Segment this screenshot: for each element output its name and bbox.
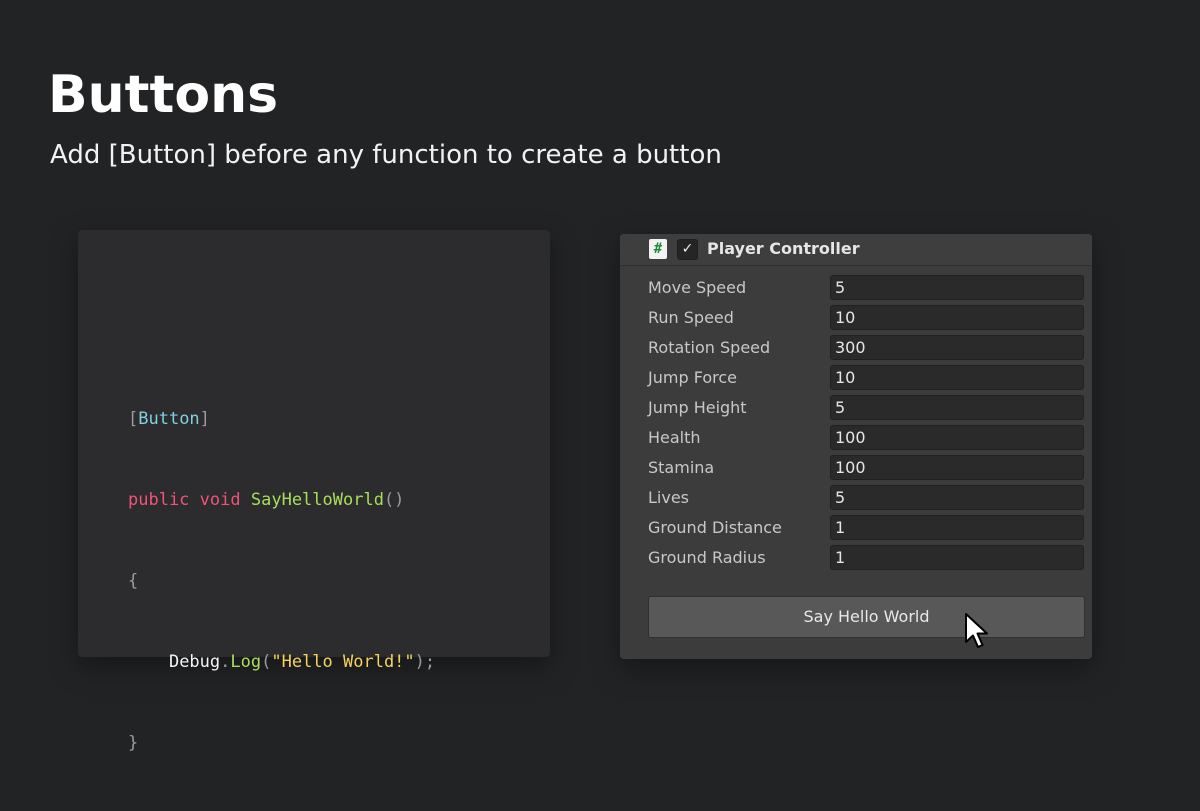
field-row-jump-force: Jump Force 10 — [620, 364, 1092, 394]
field-row-move-speed: Move Speed 5 — [620, 274, 1092, 304]
field-row-health: Health 100 — [620, 424, 1092, 454]
code-token-parens: () — [383, 490, 405, 510]
component-enabled-checkbox[interactable]: ✓ — [677, 239, 698, 260]
ground-radius-field[interactable]: 1 — [830, 545, 1084, 570]
code-line-close-brace: } — [128, 730, 435, 757]
field-row-lives: Lives 5 — [620, 484, 1092, 514]
csharp-script-icon: # — [649, 239, 667, 259]
field-label: Health — [648, 428, 701, 447]
field-label: Ground Distance — [648, 518, 782, 537]
code-token-bracket-close: ] — [199, 409, 210, 429]
page-subtitle: Add [Button] before any function to crea… — [50, 140, 722, 170]
code-panel: [Button] public void SayHelloWorld() { D… — [78, 230, 550, 753]
code-token-paren-close: ); — [414, 652, 436, 672]
field-row-rotation-speed: Rotation Speed 300 — [620, 334, 1092, 364]
code-line-attribute: [Button] — [128, 406, 435, 433]
field-row-jump-height: Jump Height 5 — [620, 394, 1092, 424]
component-header[interactable]: # ✓ Player Controller — [620, 234, 1092, 266]
field-row-ground-distance: Ground Distance 1 — [620, 514, 1092, 544]
jump-height-field[interactable]: 5 — [830, 395, 1084, 420]
code-token-string: "Hello World!" — [271, 652, 415, 672]
field-label: Move Speed — [648, 278, 747, 297]
ground-distance-field[interactable]: 1 — [830, 515, 1084, 540]
stamina-field[interactable]: 100 — [830, 455, 1084, 480]
code-token-dot: . — [220, 652, 231, 672]
code-line-signature: public void SayHelloWorld() — [128, 487, 435, 514]
field-label: Lives — [648, 488, 690, 507]
field-label: Jump Height — [648, 398, 747, 417]
code-token-bracket-open: [ — [128, 409, 139, 429]
code-line-body: Debug.Log("Hello World!"); — [128, 649, 435, 676]
health-field[interactable]: 100 — [830, 425, 1084, 450]
code-token-function-name: SayHelloWorld — [250, 490, 384, 510]
field-label: Ground Radius — [648, 548, 766, 567]
code-block: [Button] public void SayHelloWorld() { D… — [128, 352, 435, 811]
field-label: Run Speed — [648, 308, 734, 327]
say-hello-world-button[interactable]: Say Hello World — [648, 596, 1085, 638]
code-token-brace-close: } — [128, 733, 139, 753]
jump-force-field[interactable]: 10 — [830, 365, 1084, 390]
field-row-ground-radius: Ground Radius 1 — [620, 544, 1092, 574]
run-speed-field[interactable]: 10 — [830, 305, 1084, 330]
lives-field[interactable]: 5 — [830, 485, 1084, 510]
code-token-method: Log — [230, 652, 262, 672]
rotation-speed-field[interactable]: 300 — [830, 335, 1084, 360]
code-token-keyword-public: public — [128, 490, 190, 510]
code-token-attribute: Button — [138, 409, 200, 429]
move-speed-field[interactable]: 5 — [830, 275, 1084, 300]
code-token-indent — [128, 652, 169, 672]
code-line-open-brace: { — [128, 568, 435, 595]
field-label: Jump Force — [648, 368, 737, 387]
field-label: Stamina — [648, 458, 715, 477]
code-token-class: Debug — [168, 652, 221, 672]
field-label: Rotation Speed — [648, 338, 771, 357]
code-token-paren-open: ( — [261, 652, 272, 672]
page-title: Buttons — [48, 65, 279, 125]
inspector-panel: # ✓ Player Controller Move Speed 5 Run S… — [620, 234, 1092, 659]
field-row-stamina: Stamina 100 — [620, 454, 1092, 484]
checkmark-icon: ✓ — [681, 241, 694, 257]
field-row-run-speed: Run Speed 10 — [620, 304, 1092, 334]
component-title: Player Controller — [707, 239, 860, 258]
mouse-pointer-icon — [965, 613, 988, 648]
code-token-brace-open: { — [128, 571, 139, 591]
code-token-keyword-void: void — [199, 490, 241, 510]
